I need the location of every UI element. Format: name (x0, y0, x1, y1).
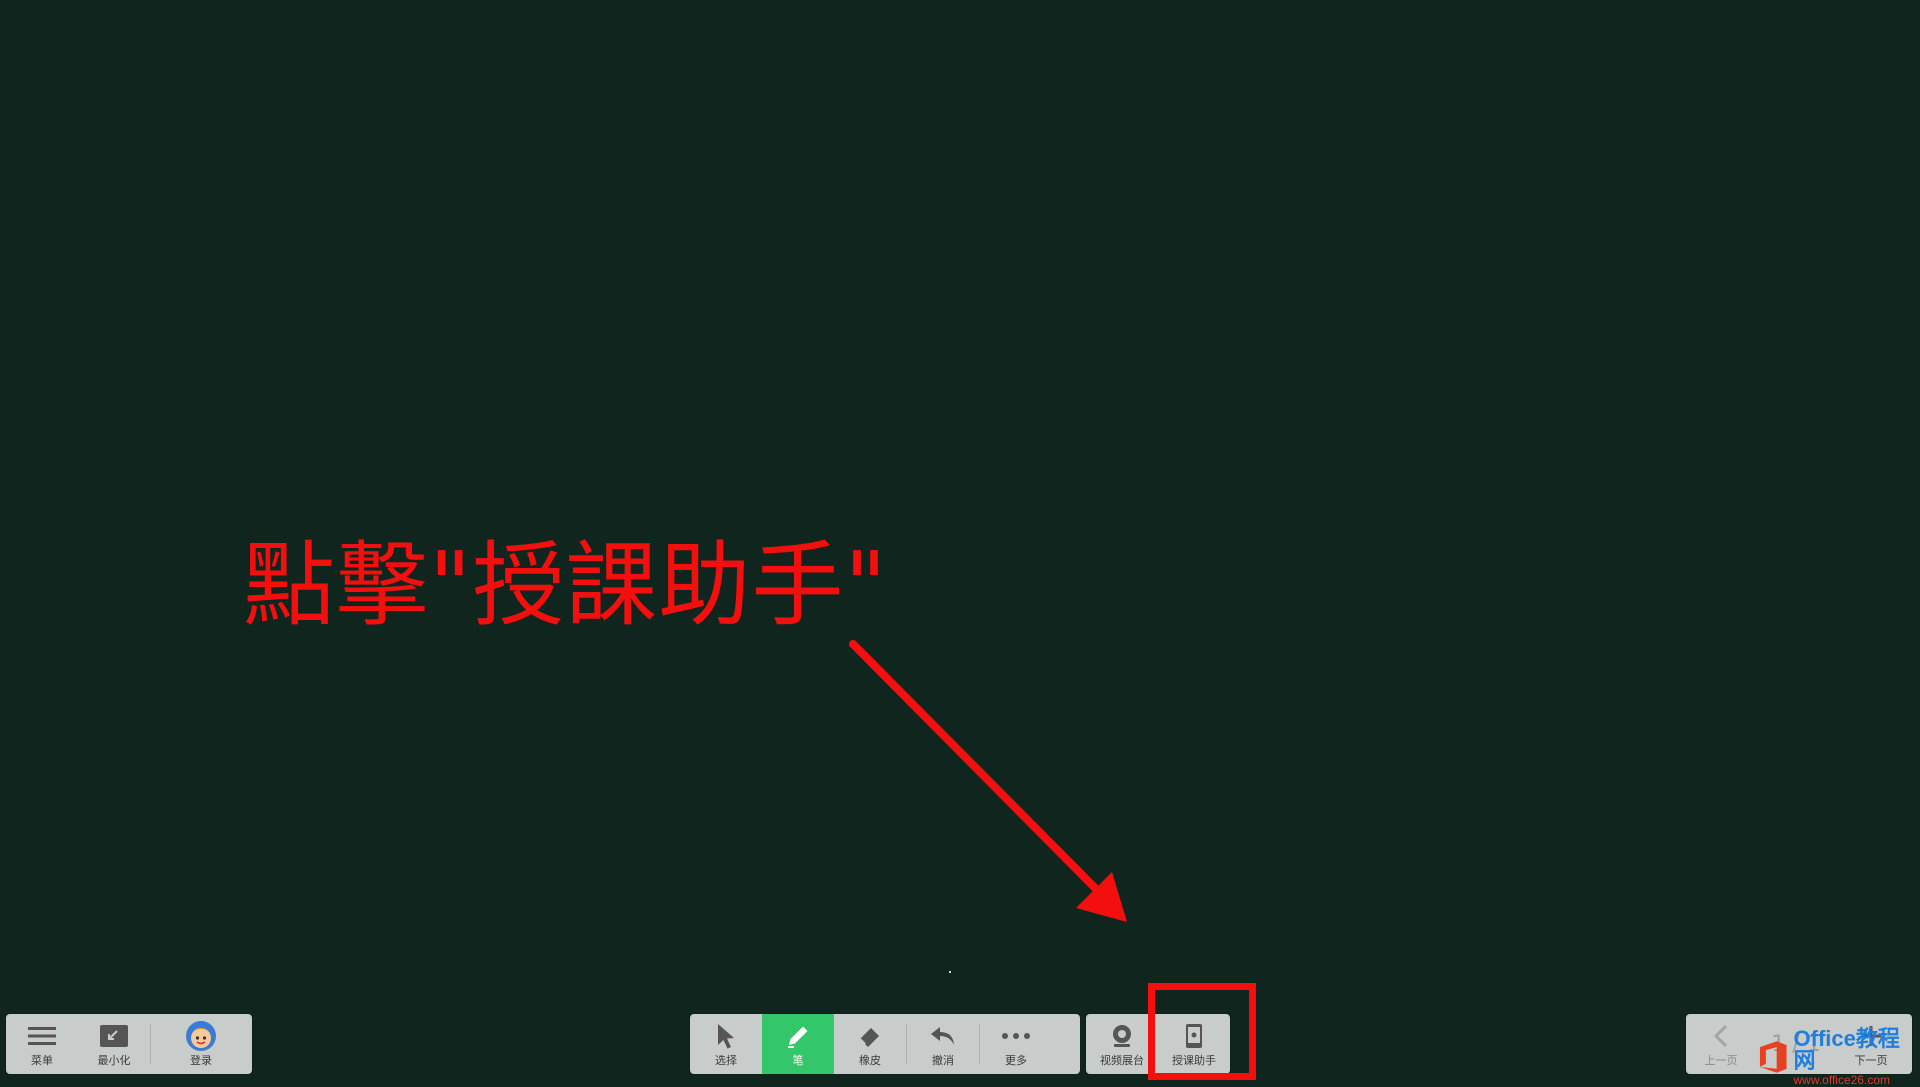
pen-icon (785, 1021, 811, 1051)
more-dots-icon (1001, 1021, 1031, 1051)
minimize-icon (100, 1021, 128, 1051)
eraser-button[interactable]: 橡皮 (834, 1014, 906, 1074)
tools-toolbar: 选择 笔 橡皮 撤消 更多 (690, 1014, 1080, 1074)
cursor-arrow-icon (715, 1021, 737, 1051)
eraser-icon (857, 1021, 883, 1051)
teaching-assistant-button[interactable]: 授课助手 (1158, 1014, 1230, 1074)
watermark-title: Office教程网 (1794, 1028, 1920, 1072)
teaching-assistant-label: 授课助手 (1172, 1052, 1216, 1068)
prev-page-button[interactable]: 上一页 (1686, 1014, 1756, 1074)
pen-button[interactable]: 笔 (762, 1014, 834, 1074)
left-toolbar: 菜单 最小化 登录 (6, 1014, 252, 1074)
login-label: 登录 (190, 1052, 212, 1068)
login-button[interactable]: 登录 (151, 1014, 251, 1074)
pen-label: 笔 (793, 1052, 804, 1068)
watermark: Office教程网 www.office26.com (1756, 1028, 1920, 1086)
office-logo-icon (1756, 1039, 1790, 1075)
menu-label: 菜单 (31, 1052, 53, 1068)
chevron-left-icon (1713, 1021, 1729, 1051)
canvas-dot (949, 971, 951, 973)
video-booth-button[interactable]: 视频展台 (1086, 1014, 1158, 1074)
undo-label: 撤消 (932, 1052, 954, 1068)
webcam-icon (1109, 1021, 1135, 1051)
media-toolbar: 视频展台 授课助手 (1086, 1014, 1230, 1074)
prev-page-label: 上一页 (1705, 1052, 1738, 1068)
select-label: 选择 (715, 1052, 737, 1068)
more-button[interactable]: 更多 (980, 1014, 1052, 1074)
eraser-label: 橡皮 (859, 1052, 881, 1068)
menu-button[interactable]: 菜单 (6, 1014, 78, 1074)
video-booth-label: 视频展台 (1100, 1052, 1144, 1068)
select-button[interactable]: 选择 (690, 1014, 762, 1074)
watermark-url: www.office26.com (1794, 1074, 1920, 1086)
annotation-text: 點擊"授課助手" (243, 540, 888, 632)
minimize-label: 最小化 (98, 1052, 131, 1068)
avatar-icon (185, 1021, 217, 1051)
hamburger-icon (28, 1021, 56, 1051)
more-label: 更多 (1005, 1052, 1027, 1068)
mobile-device-icon (1184, 1021, 1204, 1051)
minimize-button[interactable]: 最小化 (78, 1014, 150, 1074)
undo-icon (929, 1021, 957, 1051)
undo-button[interactable]: 撤消 (907, 1014, 979, 1074)
